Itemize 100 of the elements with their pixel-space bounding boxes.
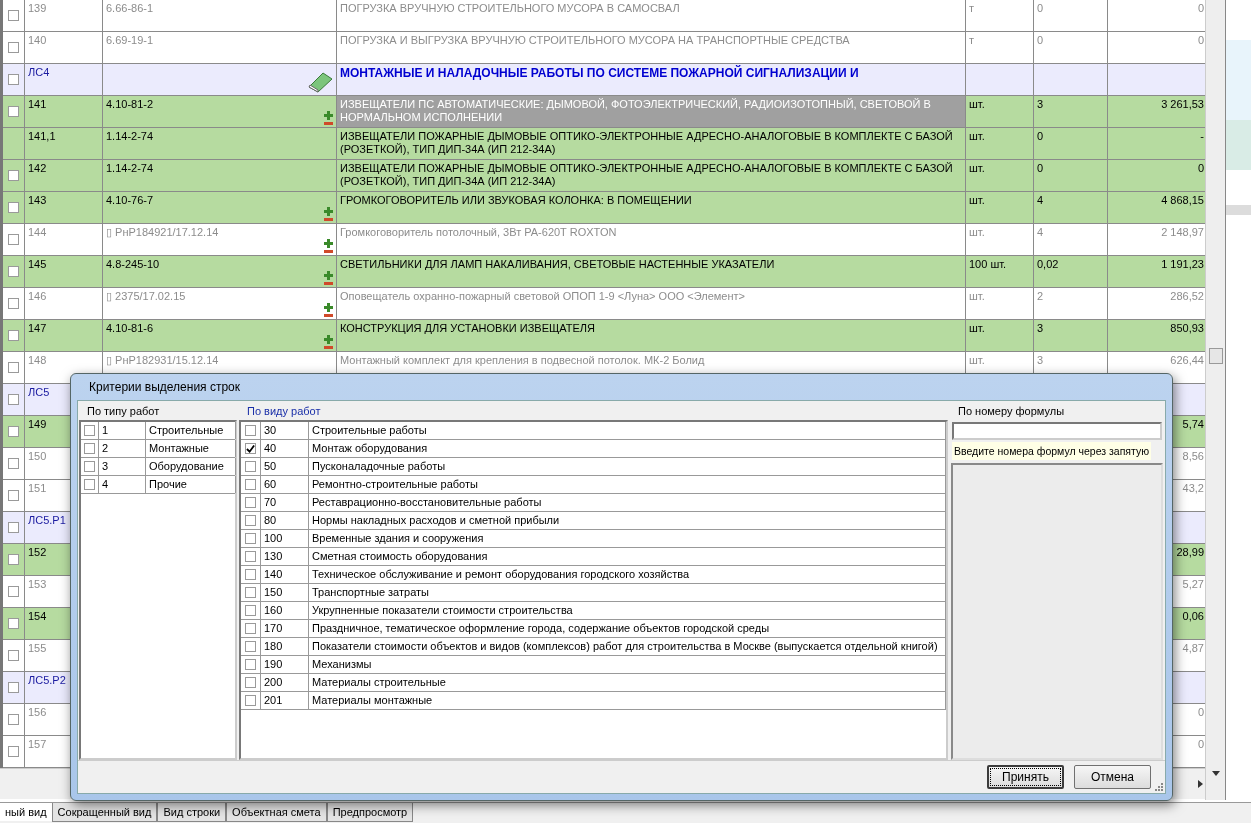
checkbox[interactable] (245, 659, 256, 670)
checkbox[interactable] (84, 443, 95, 454)
checkbox[interactable] (245, 677, 256, 688)
checkbox[interactable] (8, 554, 19, 565)
table-row[interactable]: 145 4.8-245-10 СВЕТИЛЬНИКИ ДЛЯ ЛАМП НАКАЛИВАНИЯ, СВЕТОВЫЕ НАСТЕННЫЕ УКАЗАТЕЛИ 100 шт. 0,02 1 191,23 (0, 256, 1205, 288)
expand-collapse-icon[interactable] (324, 239, 333, 253)
checkbox[interactable] (8, 586, 19, 597)
checkbox[interactable] (245, 479, 256, 490)
table-row[interactable]: 143 4.10-76-7 ГРОМКОГОВОРИТЕЛЬ ИЛИ ЗВУКОВАЯ КОЛОНКА: В ПОМЕЩЕНИИ шт. 4 4 868,15 (0, 192, 1205, 224)
amount-cell: 850,93 (1170, 322, 1204, 334)
checkbox[interactable] (8, 458, 19, 469)
checkbox[interactable] (84, 425, 95, 436)
list-code: 80 (261, 512, 309, 529)
expand-collapse-icon[interactable] (324, 207, 333, 221)
checkbox[interactable] (245, 461, 256, 472)
checkbox[interactable] (245, 515, 256, 526)
checkbox[interactable] (8, 330, 19, 341)
formula-input[interactable] (952, 422, 1162, 440)
list-code: 200 (261, 674, 309, 691)
checkbox[interactable] (8, 426, 19, 437)
expand-collapse-icon[interactable] (324, 111, 333, 125)
list-code: 50 (261, 458, 309, 475)
checkbox[interactable] (245, 569, 256, 580)
amount-cell: 0 (1197, 706, 1204, 718)
expand-collapse-icon[interactable] (324, 271, 333, 285)
checkbox[interactable] (8, 362, 19, 373)
checkbox[interactable] (8, 234, 19, 245)
scrollbar-thumb[interactable] (1208, 348, 1223, 364)
checkbox[interactable] (245, 587, 256, 598)
checkbox[interactable] (8, 682, 19, 693)
dialog-button[interactable]: Отмена (1074, 765, 1151, 789)
checkbox[interactable] (84, 479, 95, 490)
checkbox[interactable] (8, 10, 19, 21)
code-cell-text: 6.66-86-1 (106, 2, 154, 16)
list-name: Строительные работы (309, 422, 946, 439)
list-code: 70 (261, 494, 309, 511)
checkbox[interactable] (8, 618, 19, 629)
code-cell-text: ▯ 2375/17.02.15 (106, 290, 186, 304)
checkbox[interactable] (8, 170, 19, 181)
list-code: 170 (261, 620, 309, 637)
view-tab[interactable]: Сокращенный вид (51, 803, 158, 822)
description-cell: МОНТАЖНЫЕ И НАЛАДОЧНЫЕ РАБОТЫ ПО СИСТЕМЕ ПОЖАРНОЙ СИГНАЛИЗАЦИИ И (340, 66, 859, 80)
list-name: Ремонтно-строительные работы (309, 476, 946, 493)
checkbox[interactable] (8, 394, 19, 405)
scroll-right-icon[interactable] (1198, 780, 1203, 788)
quantity-cell: 3 (1037, 322, 1044, 334)
quantity-cell: 0 (1037, 130, 1044, 142)
checkbox[interactable] (245, 551, 256, 562)
scroll-down-icon[interactable] (1211, 771, 1220, 776)
resize-grip-icon[interactable] (1153, 781, 1163, 791)
checkbox[interactable] (8, 490, 19, 501)
table-row[interactable]: 147 4.10-81-6 КОНСТРУКЦИЯ ДЛЯ УСТАНОВКИ ИЗВЕЩАТЕЛЯ шт. 3 850,93 (0, 320, 1205, 352)
view-tab[interactable]: Предпросмотр (326, 803, 414, 822)
view-tab[interactable]: Вид строки (157, 803, 227, 822)
checkbox[interactable] (84, 461, 95, 472)
quantity-cell: 0 (1037, 162, 1044, 174)
description-cell: ИЗВЕЩАТЕЛИ ПОЖАРНЫЕ ДЫМОВЫЕ ОПТИКО-ЭЛЕКТРОННЫЕ АДРЕСНО-АНАЛОГОВЫЕ В КОМПЛЕКТЕ С БАЗОЙ (РОЗЕТКОЙ), ТИП ДИП-34А (ИП 212-34А) (340, 162, 953, 187)
table-row[interactable]: ЛС4 МОНТАЖНЫЕ И НАЛАДОЧНЫЕ РАБОТЫ ПО СИСТЕМЕ ПОЖАРНОЙ СИГНАЛИЗАЦИИ И (0, 64, 1205, 96)
checkbox[interactable] (245, 623, 256, 634)
vertical-scrollbar[interactable] (1205, 0, 1226, 800)
list-name: Монтаж оборудования (309, 440, 946, 457)
checkbox[interactable] (245, 443, 256, 454)
checkbox[interactable] (8, 746, 19, 757)
amount-cell: 4,87 (1182, 642, 1204, 654)
table-row[interactable]: 141,1 1.14-2-74 ИЗВЕЩАТЕЛИ ПОЖАРНЫЕ ДЫМОВЫЕ ОПТИКО-ЭЛЕКТРОННЫЕ АДРЕСНО-АНАЛОГОВЫЕ В КОМПЛЕКТЕ С БАЗОЙ (РОЗЕТКОЙ), ТИП ДИП-34А (ИП 212-34А) шт. 0 - (0, 128, 1205, 160)
checkbox[interactable] (245, 497, 256, 508)
checkbox[interactable] (8, 106, 19, 117)
checkbox[interactable] (8, 714, 19, 725)
checkbox[interactable] (245, 533, 256, 544)
expand-collapse-icon[interactable] (324, 335, 333, 349)
table-row[interactable]: 146 ▯ 2375/17.02.15 Оповещатель охранно-пожарный световой ОПОП 1-9 <Луна> ООО <Элемент> шт. 2 286,52 (0, 288, 1205, 320)
table-row[interactable]: 142 1.14-2-74 ИЗВЕЩАТЕЛИ ПОЖАРНЫЕ ДЫМОВЫЕ ОПТИКО-ЭЛЕКТРОННЫЕ АДРЕСНО-АНАЛОГОВЫЕ В КОМПЛЕКТЕ С БАЗОЙ (РОЗЕТКОЙ), ТИП ДИП-34А (ИП 212-34А) шт. 0 0 (0, 160, 1205, 192)
amount-cell: 286,52 (1170, 290, 1204, 302)
table-row[interactable]: 141 4.10-81-2 ИЗВЕЩАТЕЛИ ПС АВТОМАТИЧЕСКИЕ: ДЫМОВОЙ, ФОТОЭЛЕКТРИЧЕСКИЙ, РАДИОИЗОТОПНЫЙ, СВЕТОВОЙ В НОРМАЛЬНОМ ИСПОЛНЕНИИ шт. 3 3 261,53 (0, 96, 1205, 128)
view-tab[interactable]: Объектная смета (226, 803, 327, 822)
table-row[interactable]: 144 ▯ РнР184921/17.12.14 Громкоговоритель потолочный, 3Вт PA-620T ROXTON шт. 4 2 148,97 (0, 224, 1205, 256)
checkbox[interactable] (8, 42, 19, 53)
table-row[interactable]: 140 6.69-19-1 ПОГРУЗКА И ВЫГРУЗКА ВРУЧНУЮ СТРОИТЕЛЬНОГО МУСОРА НА ТРАНСПОРТНЫЕ СРЕДСТВА т 0 0 (0, 32, 1205, 64)
checkbox[interactable] (8, 202, 19, 213)
checkbox[interactable] (245, 695, 256, 706)
checkbox[interactable] (8, 74, 19, 85)
checkbox[interactable] (8, 266, 19, 277)
checkbox[interactable] (245, 641, 256, 652)
checkbox[interactable] (245, 425, 256, 436)
checkbox[interactable] (8, 298, 19, 309)
checkbox[interactable] (8, 522, 19, 533)
list-name: Укрупненные показатели стоимости строительства (309, 602, 946, 619)
code-cell-text: 4.10-76-7 (106, 194, 154, 208)
code-cell-text: 1.14-2-74 (106, 130, 154, 144)
list-name: Техническое обслуживание и ремонт оборудования городского хозяйства (309, 566, 946, 583)
dialog-button[interactable]: Принять (987, 765, 1064, 789)
table-row[interactable]: 139 6.66-86-1 ПОГРУЗКА ВРУЧНУЮ СТРОИТЕЛЬНОГО МУСОРА В САМОСВАЛ т 0 0 (0, 0, 1205, 32)
description-cell: ИЗВЕЩАТЕЛИ ПОЖАРНЫЕ ДЫМОВЫЕ ОПТИКО-ЭЛЕКТРОННЫЕ АДРЕСНО-АНАЛОГОВЫЕ В КОМПЛЕКТЕ С БАЗОЙ (РОЗЕТКОЙ), ТИП ДИП-34А (ИП 212-34А) (340, 130, 953, 155)
expand-collapse-icon[interactable] (324, 303, 333, 317)
checkbox[interactable] (8, 650, 19, 661)
description-cell: Громкоговоритель потолочный, 3Вт PA-620T ROXTON (340, 226, 617, 238)
checkbox[interactable] (245, 605, 256, 616)
view-tab[interactable]: ный вид (0, 803, 52, 821)
list-code: 40 (261, 440, 309, 457)
unit-cell: шт. (969, 322, 985, 334)
